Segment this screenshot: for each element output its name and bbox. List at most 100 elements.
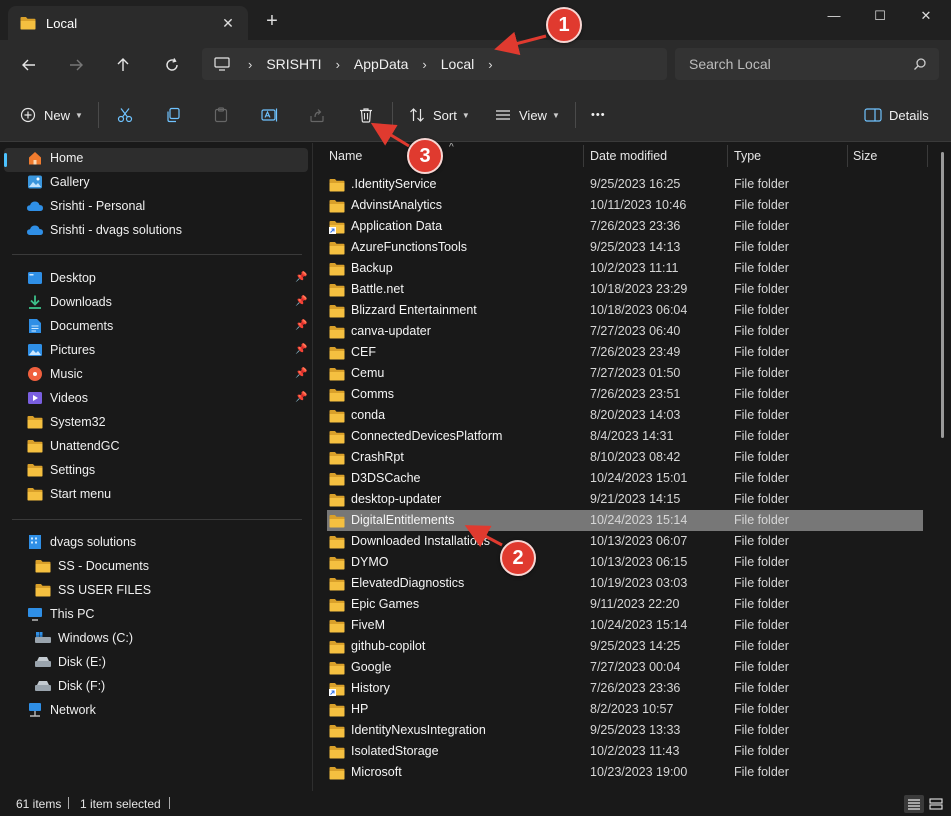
table-row[interactable]: ConnectedDevicesPlatform 8/4/2023 14:31 Fi… (327, 426, 923, 447)
column-header-name[interactable]: Name (329, 143, 362, 169)
nav-item-downloads[interactable]: Downloads (26, 291, 112, 313)
table-row[interactable]: History 7/26/2023 23:36 File folder (327, 678, 923, 699)
nav-item-disk-f[interactable]: Disk (F:) (34, 675, 105, 697)
column-header-size[interactable]: Size (853, 143, 877, 169)
tab-close-icon[interactable]: ✕ (216, 15, 240, 32)
copy-button[interactable] (165, 102, 181, 128)
breadcrumb-appdata[interactable]: AppData (354, 56, 408, 72)
nav-item-network[interactable]: Network (26, 699, 96, 721)
column-header-type[interactable]: Type (734, 143, 761, 169)
details-view-button[interactable] (904, 795, 924, 813)
column-divider[interactable] (927, 145, 928, 167)
new-button[interactable]: New ▼ (20, 102, 83, 128)
nav-item-start-menu[interactable]: Start menu (26, 483, 111, 505)
table-row[interactable]: ElevatedDiagnostics 10/19/2023 03:03 File … (327, 573, 923, 594)
nav-item-settings[interactable]: Settings (26, 459, 95, 481)
table-row[interactable]: Microsoft 10/23/2023 19:00 File folder (327, 762, 923, 783)
chevron-right-icon[interactable]: › (488, 57, 492, 72)
view-button[interactable]: View ▼ (495, 102, 560, 128)
search-input[interactable]: Search Local (675, 48, 939, 80)
table-row[interactable]: CrashRpt 8/10/2023 08:42 File folder (327, 447, 923, 468)
nav-item-documents[interactable]: Documents (26, 315, 113, 337)
table-row[interactable]: desktop-updater 9/21/2023 14:15 File folde… (327, 489, 923, 510)
pin-icon[interactable]: 📌 (295, 392, 307, 403)
table-row[interactable]: IsolatedStorage 10/2/2023 11:43 File folde… (327, 741, 923, 762)
paste-button[interactable] (213, 102, 229, 128)
chevron-right-icon[interactable]: › (336, 57, 340, 72)
table-row[interactable]: Battle.net 10/18/2023 23:29 File folder (327, 279, 923, 300)
nav-item-desktop[interactable]: Desktop (26, 267, 96, 289)
table-row[interactable]: canva-updater 7/27/2023 06:40 File folder (327, 321, 923, 342)
nav-item-dvags-solutions[interactable]: dvags solutions (26, 531, 136, 553)
share-button[interactable] (309, 102, 325, 128)
address-bar[interactable]: › SRISHTI › AppData › Local › (202, 48, 667, 80)
table-row[interactable]: HP 8/2/2023 10:57 File folder (327, 699, 923, 720)
back-button[interactable] (14, 50, 44, 80)
file-type: File folder (734, 471, 789, 485)
table-row[interactable]: Downloaded Installations 10/13/2023 06:07… (327, 531, 923, 552)
scrollbar-thumb[interactable] (941, 152, 944, 438)
nav-item-gallery[interactable]: Gallery (26, 171, 90, 193)
refresh-button[interactable] (157, 50, 187, 80)
table-row[interactable]: Cemu 7/27/2023 01:50 File folder (327, 363, 923, 384)
table-row[interactable]: D3DSCache 10/24/2023 15:01 File folder (327, 468, 923, 489)
table-row[interactable]: Comms 7/26/2023 23:51 File folder (327, 384, 923, 405)
nav-item-disk-e[interactable]: Disk (E:) (34, 651, 106, 673)
nav-item-system32[interactable]: System32 (26, 411, 106, 433)
table-row[interactable]: github-copilot 9/25/2023 14:25 File folder (327, 636, 923, 657)
column-header-date[interactable]: Date modified (590, 143, 667, 169)
nav-item-pictures[interactable]: Pictures (26, 339, 95, 361)
table-row[interactable]: Application Data 7/26/2023 23:36 File fold… (327, 216, 923, 237)
table-row[interactable]: conda 8/20/2023 14:03 File folder (327, 405, 923, 426)
column-divider[interactable] (727, 145, 728, 167)
nav-item-this-pc[interactable]: This PC (26, 603, 94, 625)
network-icon (26, 702, 44, 718)
breadcrumb-srishti[interactable]: SRISHTI (266, 56, 321, 72)
table-row[interactable]: Google 7/27/2023 00:04 File folder (327, 657, 923, 678)
nav-item-windows-c[interactable]: Windows (C:) (34, 627, 133, 649)
nav-item-ss-documents[interactable]: SS - Documents (34, 555, 149, 577)
nav-item-onedrive-business[interactable]: Srishti - dvags solutions (26, 219, 182, 241)
tab-local[interactable]: Local ✕ (8, 6, 248, 40)
nav-item-home[interactable]: Home (26, 147, 83, 169)
nav-item-videos[interactable]: Videos (26, 387, 88, 409)
pin-icon[interactable]: 📌 (295, 296, 307, 307)
tiles-view-button[interactable] (926, 795, 946, 813)
table-row[interactable]: CEF 7/26/2023 23:49 File folder (327, 342, 923, 363)
minimize-button[interactable]: — (811, 0, 857, 32)
table-row[interactable]: IdentityNexusIntegration 9/25/2023 13:33 F… (327, 720, 923, 741)
nav-item-ss-user-files[interactable]: SS USER FILES (34, 579, 151, 601)
sort-button[interactable]: Sort ▼ (409, 102, 470, 128)
chevron-right-icon[interactable]: › (248, 57, 252, 72)
column-divider[interactable] (583, 145, 584, 167)
new-tab-button[interactable]: + (260, 10, 284, 34)
forward-button[interactable] (61, 50, 91, 80)
delete-button[interactable] (358, 102, 374, 128)
pin-icon[interactable]: 📌 (295, 368, 307, 379)
pin-icon[interactable]: 📌 (295, 272, 307, 283)
pin-icon[interactable]: 📌 (295, 320, 307, 331)
table-row[interactable]: DigitalEntitlements 10/24/2023 15:14 File … (327, 510, 923, 531)
table-row[interactable]: AzureFunctionsTools 9/25/2023 14:13 File f… (327, 237, 923, 258)
cut-button[interactable] (117, 102, 133, 128)
table-row[interactable]: Backup 10/2/2023 11:11 File folder (327, 258, 923, 279)
table-row[interactable]: AdvinstAnalytics 10/11/2023 10:46 File fol… (327, 195, 923, 216)
nav-item-music[interactable]: Music (26, 363, 83, 385)
table-row[interactable]: DYMO 10/13/2023 06:15 File folder (327, 552, 923, 573)
table-row[interactable]: Blizzard Entertainment 10/18/2023 06:04 Fi… (327, 300, 923, 321)
close-button[interactable]: ✕ (903, 0, 949, 32)
nav-item-onedrive-personal[interactable]: Srishti - Personal (26, 195, 145, 217)
column-divider[interactable] (847, 145, 848, 167)
maximize-button[interactable]: ☐ (857, 0, 903, 32)
nav-item-unattendgc[interactable]: UnattendGC (26, 435, 119, 457)
details-button[interactable]: Details (864, 102, 929, 128)
chevron-right-icon[interactable]: › (422, 57, 426, 72)
breadcrumb-local[interactable]: Local (441, 56, 474, 72)
table-row[interactable]: .IdentityService 9/25/2023 16:25 File fold… (327, 174, 923, 195)
up-button[interactable] (108, 50, 138, 80)
table-row[interactable]: Epic Games 9/11/2023 22:20 File folder (327, 594, 923, 615)
rename-button[interactable] (261, 102, 279, 128)
table-row[interactable]: FiveM 10/24/2023 15:14 File folder (327, 615, 923, 636)
pin-icon[interactable]: 📌 (295, 344, 307, 355)
more-options-button[interactable]: ••• (591, 102, 606, 128)
